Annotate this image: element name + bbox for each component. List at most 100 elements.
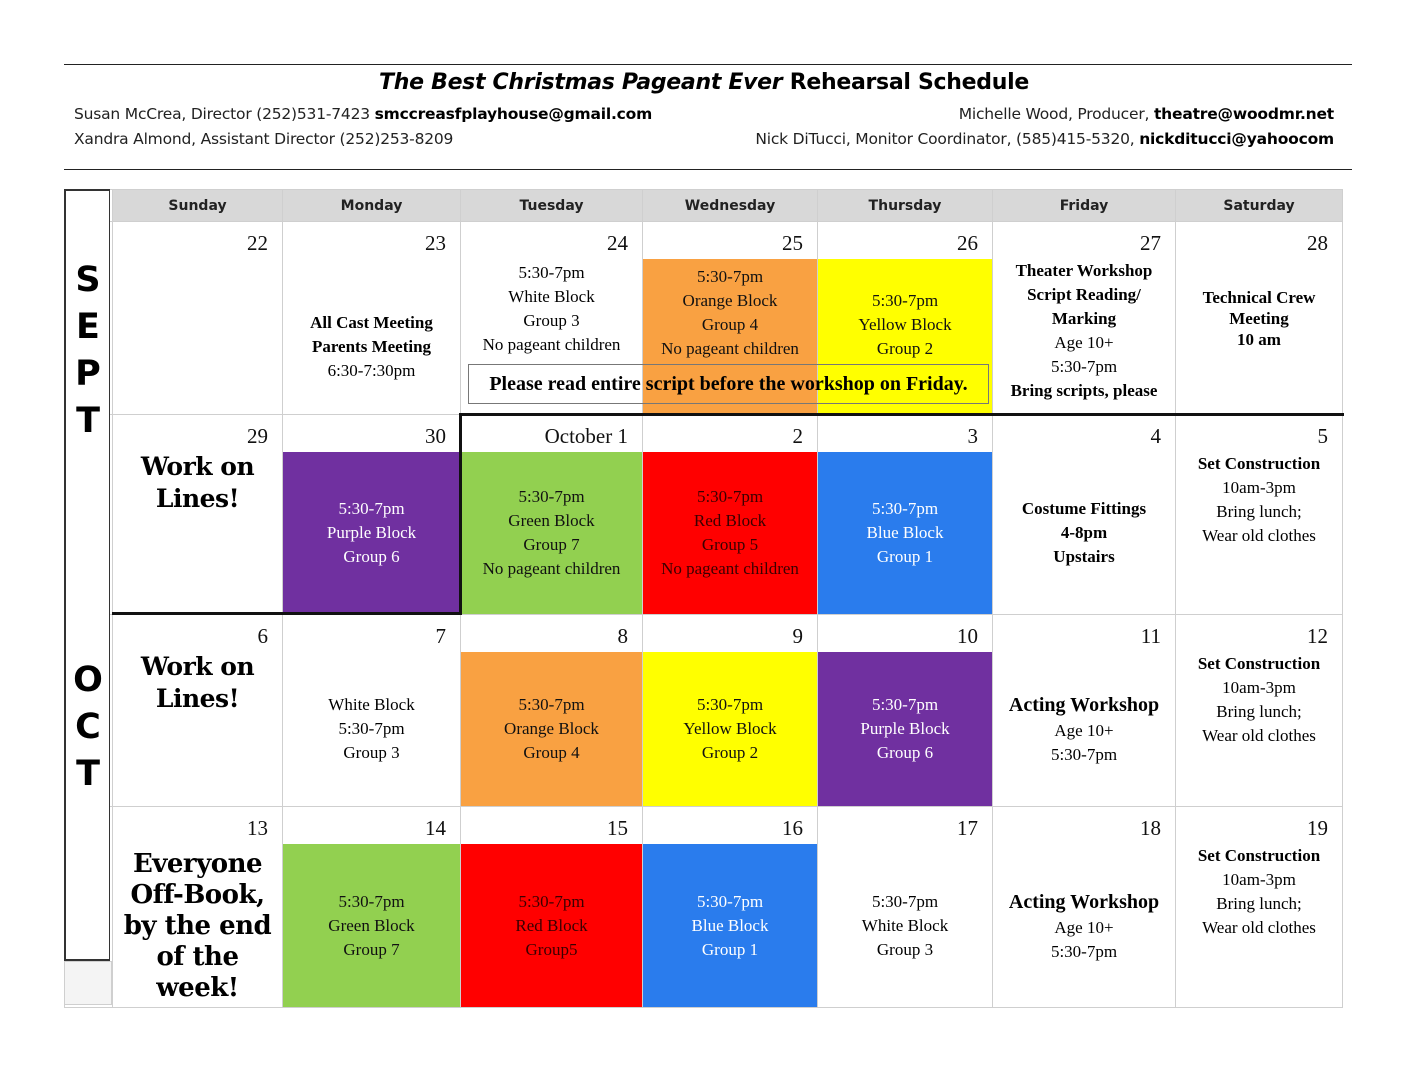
- day-cell[interactable]: 23 All Cast Meeting Parents Meeting 6:30-7:…: [282, 221, 461, 415]
- day-cell[interactable]: 9 5:30-7pm Yellow Block Group 2: [642, 614, 818, 807]
- day-cell[interactable]: 2 5:30-7pm Red Block Group 5 No pageant chil…: [642, 414, 818, 615]
- event-line: Set Construction: [1197, 846, 1321, 865]
- day-number: 15: [607, 816, 628, 840]
- event-line: 5:30-7pm: [696, 891, 764, 911]
- range-outline-left: [459, 413, 462, 614]
- director-email[interactable]: smccreasfplayhouse@gmail.com: [375, 105, 653, 123]
- day-number: 6: [257, 624, 269, 648]
- event-line: All Cast Meeting: [310, 313, 433, 332]
- event-line: Orange Block: [682, 291, 778, 310]
- event-line: Theater Workshop: [1015, 261, 1153, 280]
- day-cell[interactable]: 14 5:30-7pm Green Block Group 7: [282, 806, 461, 1008]
- week-row: 29 Work on Lines! 30 5:30-7pm Purple Block Gr…: [64, 414, 1343, 615]
- event-line: 5:30-7pm: [338, 499, 405, 518]
- event-line: 4-8pm: [1060, 523, 1108, 542]
- producer-email[interactable]: theatre@woodmr.net: [1154, 105, 1334, 123]
- page-title: The Best Christmas Pageant Ever Rehearsa…: [0, 70, 1408, 95]
- calendar-grid: Sunday Monday Tuesday Wednesday Thursday Frid…: [64, 189, 1343, 1008]
- event-line: Purple Block: [860, 719, 950, 738]
- day-cell[interactable]: 13 Everyone Off-Book, by the end of the w…: [112, 806, 283, 1008]
- event-line: Yellow Block: [683, 719, 777, 738]
- event-line: 10am-3pm: [1222, 478, 1296, 497]
- event-line: 5:30-7pm: [871, 695, 939, 714]
- day-cell[interactable]: 16 5:30-7pm Blue Block Group 1: [642, 806, 818, 1008]
- event-line: Wear old clothes: [1202, 726, 1316, 745]
- event-details: All Cast Meeting Parents Meeting 6:30-7:30…: [283, 259, 460, 414]
- event-line: Group 5: [701, 535, 759, 554]
- event-details: [113, 259, 282, 414]
- day-number: 25: [782, 231, 803, 255]
- event-details: Set Construction 10am-3pm Bring lunch; Wear…: [1176, 652, 1342, 806]
- reminder-text: Everyone Off-Book, by the end of the wee…: [123, 849, 272, 1003]
- event-line: 5:30-7pm: [1050, 745, 1118, 764]
- day-number: 26: [957, 231, 978, 255]
- month-letter: O: [73, 660, 103, 700]
- day-cell[interactable]: 4 Costume Fittings 4-8pm Upstairs: [992, 414, 1176, 615]
- day-cell[interactable]: 27 Theater Workshop Script Reading/Marking…: [992, 221, 1176, 415]
- monitor-coordinator-email[interactable]: nickditucci@yahoocom: [1139, 130, 1334, 148]
- event-line: 5:30-7pm: [696, 695, 764, 714]
- event-line: Group 2: [876, 339, 934, 358]
- day-number: 30: [425, 424, 446, 448]
- day-cell[interactable]: 15 5:30-7pm Red Block Group5: [460, 806, 643, 1008]
- day-cell[interactable]: 30 5:30-7pm Purple Block Group 6: [282, 414, 461, 615]
- day-number: 10: [957, 624, 978, 648]
- weekday-header-wednesday: Wednesday: [642, 189, 818, 222]
- month-letter: C: [75, 707, 101, 747]
- event-line: No pageant children: [482, 559, 621, 578]
- event-line: Group 3: [876, 939, 934, 959]
- event-line: 5:30-7pm: [696, 267, 764, 286]
- day-number: 18: [1140, 816, 1161, 840]
- day-number: 17: [957, 816, 978, 840]
- event-line: Technical Crew: [1202, 288, 1316, 307]
- rehearsal-block: 5:30-7pm Blue Block Group 1: [643, 844, 817, 1007]
- contact-producer: Michelle Wood, Producer, theatre@woodmr.…: [959, 105, 1334, 123]
- day-cell[interactable]: 29 Work on Lines!: [112, 414, 283, 615]
- event-line: Script Reading/: [1027, 285, 1141, 304]
- event-line: Group 3: [343, 743, 400, 762]
- assistant-director-info: Xandra Almond, Assistant Director (252)2…: [74, 130, 454, 148]
- header-bottom-rule: [64, 169, 1352, 170]
- event-line: Green Block: [328, 915, 415, 935]
- day-cell[interactable]: 17 5:30-7pm White Block Group 3: [817, 806, 993, 1008]
- event-line: 5:30-7pm: [1050, 357, 1118, 376]
- day-cell[interactable]: 18 Acting Workshop Age 10+ 5:30-7pm: [992, 806, 1176, 1008]
- event-details: Acting Workshop Age 10+ 5:30-7pm: [993, 844, 1175, 1007]
- day-cell[interactable]: 19 Set Construction 10am-3pm Bring lunch; We…: [1175, 806, 1343, 1008]
- month-sidebar: SEPT OCT: [64, 189, 110, 961]
- event-line: 5:30-7pm: [518, 695, 585, 714]
- event-line: Bring lunch;: [1216, 502, 1302, 521]
- event-line: Red Block: [693, 511, 767, 530]
- event-line: Set Construction: [1197, 654, 1321, 673]
- event-line: No pageant children: [482, 335, 621, 354]
- event-line: 5:30-7pm: [871, 291, 939, 310]
- day-number: 9: [792, 624, 804, 648]
- day-cell[interactable]: 7 White Block 5:30-7pm Group 3: [282, 614, 461, 807]
- event-line: Meeting: [1229, 309, 1289, 328]
- event-line: Group 4: [701, 315, 759, 334]
- event-line: 10am-3pm: [1222, 678, 1296, 697]
- day-cell[interactable]: 11 Acting Workshop Age 10+ 5:30-7pm: [992, 614, 1176, 807]
- day-cell[interactable]: 5 Set Construction 10am-3pm Bring lunch; Wea…: [1175, 414, 1343, 615]
- day-cell[interactable]: 6 Work on Lines!: [112, 614, 283, 807]
- day-number: 23: [425, 231, 446, 255]
- day-cell[interactable]: 12 Set Construction 10am-3pm Bring lunch; We…: [1175, 614, 1343, 807]
- day-cell[interactable]: 10 5:30-7pm Purple Block Group 6: [817, 614, 993, 807]
- script-reading-note: Please read entire script before the wor…: [468, 364, 989, 404]
- sidebar-bottom-cell: [64, 961, 112, 1005]
- event-line: White Block: [508, 287, 595, 306]
- weekday-header-tuesday: Tuesday: [460, 189, 643, 222]
- day-cell[interactable]: 28 Technical Crew Meeting 10 am: [1175, 221, 1343, 415]
- producer-info: Michelle Wood, Producer,: [958, 105, 1154, 123]
- top-rule: [64, 64, 1352, 65]
- day-cell[interactable]: 8 5:30-7pm Orange Block Group 4: [460, 614, 643, 807]
- event-line: Bring lunch;: [1216, 894, 1302, 913]
- day-cell[interactable]: 3 5:30-7pm Blue Block Group 1: [817, 414, 993, 615]
- event-line: 5:30-7pm: [696, 487, 764, 506]
- event-line: Bring lunch;: [1216, 702, 1302, 721]
- day-cell[interactable]: 22: [112, 221, 283, 415]
- rehearsal-block: 5:30-7pm Orange Block Group 4: [461, 652, 642, 806]
- week-row: 13 Everyone Off-Book, by the end of the w…: [64, 806, 1343, 1008]
- day-cell[interactable]: October 1 5:30-7pm Green Block Group 7 No pa…: [460, 414, 643, 615]
- weekday-header-friday: Friday: [992, 189, 1176, 222]
